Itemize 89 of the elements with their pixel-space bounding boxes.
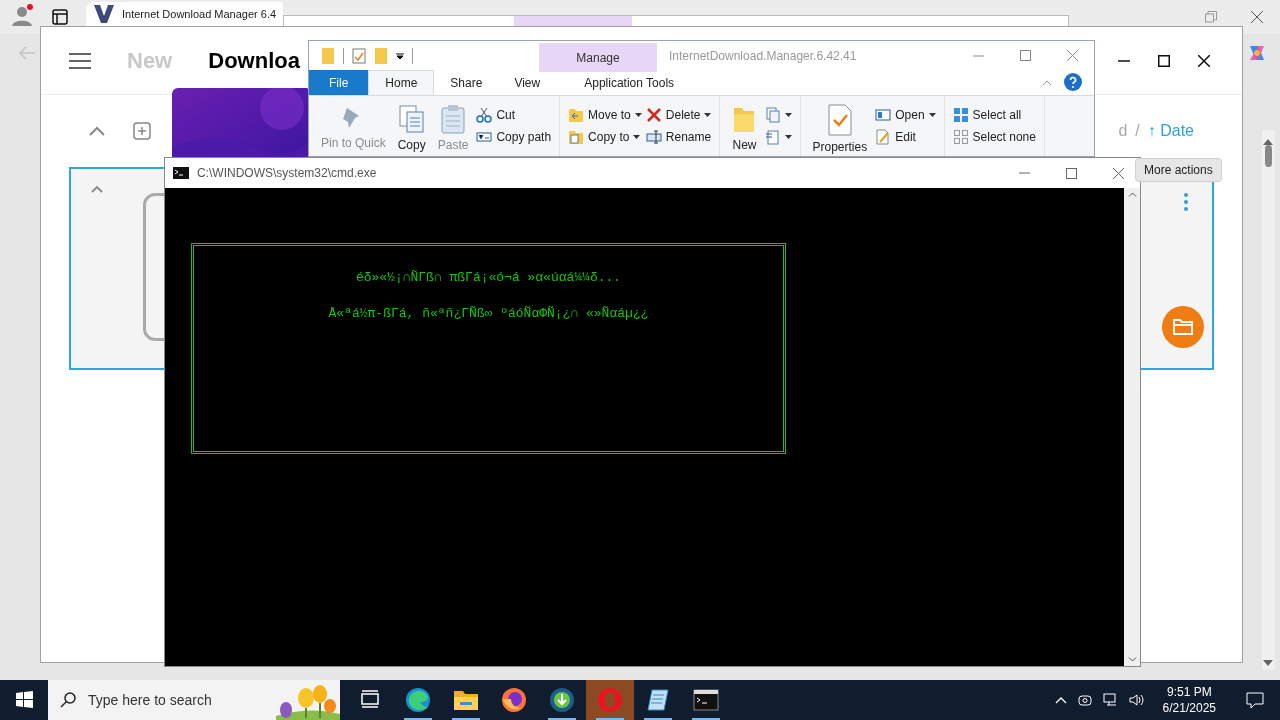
caret-icon xyxy=(784,134,792,139)
ribbon-button[interactable]: Move to xyxy=(568,106,642,123)
ribbon-button[interactable] xyxy=(764,106,792,123)
scissors-icon xyxy=(476,106,493,123)
ribbon-button[interactable]: New xyxy=(728,100,761,156)
notification-icon[interactable] xyxy=(1246,691,1264,709)
notepad-icon xyxy=(646,688,670,712)
ribbon-button[interactable] xyxy=(764,128,792,145)
checklist-icon xyxy=(825,104,854,136)
meet-now-icon[interactable] xyxy=(1076,692,1093,708)
ribbon-button[interactable]: Rename xyxy=(645,128,712,145)
browser-tab[interactable]: Internet Download Manager 6.4 xyxy=(86,2,283,26)
select-none-icon xyxy=(952,128,969,145)
delete-icon xyxy=(645,106,662,123)
select-all-icon xyxy=(952,106,969,123)
ribbon-button[interactable]: Properties xyxy=(808,100,872,156)
folder-icon xyxy=(321,46,335,65)
scroll-up-icon[interactable] xyxy=(1263,139,1273,145)
folder-icon xyxy=(1173,319,1193,335)
clock-date[interactable]: 6/21/2025 xyxy=(1162,700,1216,716)
minimize-icon[interactable] xyxy=(1118,59,1130,62)
ribbon-button[interactable]: Copy xyxy=(393,100,430,156)
caret-icon xyxy=(928,112,936,117)
help-icon[interactable] xyxy=(1064,73,1082,91)
open-folder-button[interactable] xyxy=(1162,306,1204,348)
tooltip: More actions xyxy=(1135,158,1222,182)
clock-time[interactable]: 9:51 PM xyxy=(1166,684,1212,700)
download-globe-icon xyxy=(549,687,575,713)
folder-icon xyxy=(374,46,388,65)
avatar-icon[interactable] xyxy=(10,4,34,28)
network-icon[interactable] xyxy=(1102,692,1119,708)
ribbon-tab[interactable]: Share xyxy=(434,70,499,95)
ribbon-button[interactable]: Delete xyxy=(645,106,712,123)
move-folder-icon xyxy=(568,106,585,123)
sort-separator: / xyxy=(1135,121,1140,141)
new-item-icon xyxy=(764,106,781,123)
more-actions-icon[interactable] xyxy=(1184,193,1188,211)
console-line: éδ»«½¡∩ÑΓß∩ πßΓá¡«ó¬á »α«úαá¼¼δ... xyxy=(355,269,622,287)
ribbon-tab[interactable]: Home xyxy=(368,70,435,95)
maximize-icon[interactable] xyxy=(1158,54,1170,67)
clipboard-icon xyxy=(440,104,467,134)
collapse-ribbon-icon[interactable] xyxy=(1042,80,1052,86)
rename-icon xyxy=(645,128,662,145)
ribbon-button[interactable]: Copy path xyxy=(476,128,552,145)
context-tab-header: Manage xyxy=(539,43,657,72)
copy-icon xyxy=(397,104,426,134)
ribbon-button[interactable]: Open xyxy=(875,106,936,123)
ribbon-tab[interactable]: View xyxy=(498,70,557,95)
search-icon xyxy=(60,692,76,708)
ribbon-button[interactable]: Edit xyxy=(875,128,936,145)
scrollbar-thumb[interactable] xyxy=(1265,145,1272,167)
caret-icon xyxy=(784,112,792,117)
easy-access-icon xyxy=(764,128,781,145)
volume-icon[interactable] xyxy=(1128,692,1145,708)
copy-folder-icon xyxy=(568,128,585,145)
v-logo-icon xyxy=(94,5,114,23)
ribbon-button[interactable]: Select all xyxy=(952,106,1036,123)
search-field[interactable]: Type here to search xyxy=(88,689,258,711)
add-icon[interactable] xyxy=(133,122,151,140)
menu-icon[interactable] xyxy=(69,52,91,69)
caret-icon xyxy=(634,112,642,117)
terminal-icon xyxy=(693,689,719,711)
dropdown-icon xyxy=(396,51,404,60)
ribbon-tab[interactable]: Application Tools xyxy=(570,70,689,95)
task-view-icon xyxy=(360,690,380,710)
open-icon xyxy=(875,106,892,123)
edit-icon xyxy=(875,128,892,145)
opera-icon xyxy=(597,687,623,713)
tab-title: Internet Download Manager 6.4 xyxy=(122,6,277,22)
tabs-icon[interactable] xyxy=(52,9,68,25)
ribbon-button[interactable]: Cut xyxy=(476,106,552,123)
nav-tab[interactable]: Downloa xyxy=(208,44,300,77)
ribbon-button[interactable]: Select none xyxy=(952,128,1036,145)
caret-icon xyxy=(633,134,641,139)
edge-icon xyxy=(405,687,431,713)
terminal-icon xyxy=(173,167,189,179)
close-icon[interactable] xyxy=(1251,11,1263,23)
caret-icon xyxy=(704,112,712,117)
scroll-down-icon[interactable] xyxy=(1263,660,1273,666)
properties-icon xyxy=(352,47,366,64)
console-line: Å«ªá½π-ßΓá, ñ«ªñ¿ΓÑß∞ ºáóÑαΦÑ¡¿∩ «»Ñαáµ¿¿ xyxy=(328,304,649,323)
ribbon-button[interactable]: Copy to xyxy=(568,128,642,145)
window-title: InternetDownload.Manager.6.42.41 xyxy=(669,47,857,65)
ribbon-tab[interactable]: File xyxy=(309,70,369,95)
window-title: C:\WINDOWS\system32\cmd.exe xyxy=(197,165,377,182)
search-box[interactable]: Type here to search xyxy=(48,680,340,720)
firefox-icon xyxy=(501,687,527,713)
folder-icon xyxy=(453,689,479,711)
close-icon[interactable] xyxy=(1198,54,1210,67)
